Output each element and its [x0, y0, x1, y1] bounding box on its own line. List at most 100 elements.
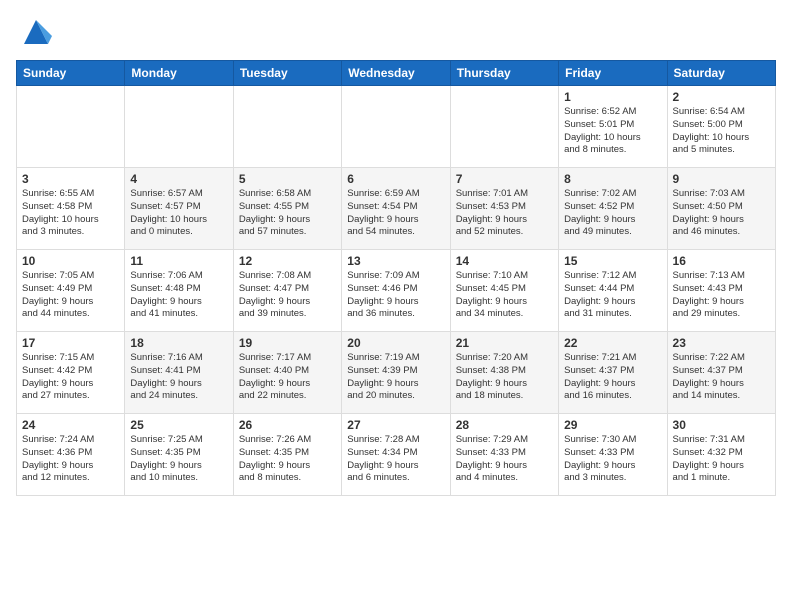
day-info: Sunrise: 7:31 AM Sunset: 4:32 PM Dayligh…: [673, 434, 770, 485]
day-number: 17: [22, 336, 119, 350]
calendar-cell: 15Sunrise: 7:12 AM Sunset: 4:44 PM Dayli…: [559, 250, 667, 332]
calendar-cell: [233, 86, 341, 168]
calendar-cell: 4 Sunrise: 6:57 AM Sunset: 4:57 PM Daylig…: [125, 168, 233, 250]
day-number: 14: [456, 254, 553, 268]
calendar-week-1: 1Sunrise: 6:52 AM Sunset: 5:01 PM Daylig…: [17, 86, 776, 168]
calendar-cell: [125, 86, 233, 168]
day-number: 2: [673, 90, 770, 104]
weekday-header-wednesday: Wednesday: [342, 61, 450, 86]
day-number: 24: [22, 418, 119, 432]
day-info: Sunrise: 7:06 AM Sunset: 4:48 PM Dayligh…: [130, 270, 227, 321]
calendar-cell: 23 Sunrise: 7:22 AM Sunset: 4:37 PM Dayli…: [667, 332, 775, 414]
day-info: Sunrise: 7:24 AM Sunset: 4:36 PM Dayligh…: [22, 434, 119, 485]
calendar-cell: 3Sunrise: 6:55 AM Sunset: 4:58 PM Daylig…: [17, 168, 125, 250]
day-number: 6: [347, 172, 444, 186]
day-number: 4: [130, 172, 227, 186]
weekday-header-tuesday: Tuesday: [233, 61, 341, 86]
calendar-week-5: 24 Sunrise: 7:24 AM Sunset: 4:36 PM Dayli…: [17, 414, 776, 496]
calendar-cell: 25 Sunrise: 7:25 AM Sunset: 4:35 PM Dayli…: [125, 414, 233, 496]
day-info: Sunrise: 7:26 AM Sunset: 4:35 PM Dayligh…: [239, 434, 336, 485]
calendar-cell: [450, 86, 558, 168]
weekday-header-sunday: Sunday: [17, 61, 125, 86]
calendar-cell: 9 Sunrise: 7:03 AM Sunset: 4:50 PM Daylig…: [667, 168, 775, 250]
day-info: Sunrise: 6:57 AM Sunset: 4:57 PM Dayligh…: [130, 188, 227, 239]
day-number: 13: [347, 254, 444, 268]
calendar-cell: 1Sunrise: 6:52 AM Sunset: 5:01 PM Daylig…: [559, 86, 667, 168]
day-info: Sunrise: 6:58 AM Sunset: 4:55 PM Dayligh…: [239, 188, 336, 239]
calendar-cell: [342, 86, 450, 168]
header: [16, 16, 776, 48]
calendar-week-4: 17 Sunrise: 7:15 AM Sunset: 4:42 PM Dayli…: [17, 332, 776, 414]
calendar-cell: 10Sunrise: 7:05 AM Sunset: 4:49 PM Dayli…: [17, 250, 125, 332]
day-number: 23: [673, 336, 770, 350]
day-info: Sunrise: 7:25 AM Sunset: 4:35 PM Dayligh…: [130, 434, 227, 485]
day-number: 18: [130, 336, 227, 350]
weekday-header-thursday: Thursday: [450, 61, 558, 86]
calendar-cell: 8Sunrise: 7:02 AM Sunset: 4:52 PM Daylig…: [559, 168, 667, 250]
day-number: 16: [673, 254, 770, 268]
calendar-cell: 20 Sunrise: 7:19 AM Sunset: 4:39 PM Dayli…: [342, 332, 450, 414]
calendar-cell: 16 Sunrise: 7:13 AM Sunset: 4:43 PM Dayli…: [667, 250, 775, 332]
calendar-cell: 13 Sunrise: 7:09 AM Sunset: 4:46 PM Dayli…: [342, 250, 450, 332]
day-info: Sunrise: 7:17 AM Sunset: 4:40 PM Dayligh…: [239, 352, 336, 403]
day-info: Sunrise: 7:13 AM Sunset: 4:43 PM Dayligh…: [673, 270, 770, 321]
day-number: 7: [456, 172, 553, 186]
day-number: 22: [564, 336, 661, 350]
weekday-header-monday: Monday: [125, 61, 233, 86]
day-number: 10: [22, 254, 119, 268]
day-info: Sunrise: 7:01 AM Sunset: 4:53 PM Dayligh…: [456, 188, 553, 239]
calendar-cell: [17, 86, 125, 168]
calendar-cell: 5 Sunrise: 6:58 AM Sunset: 4:55 PM Daylig…: [233, 168, 341, 250]
day-number: 11: [130, 254, 227, 268]
day-number: 30: [673, 418, 770, 432]
day-info: Sunrise: 7:09 AM Sunset: 4:46 PM Dayligh…: [347, 270, 444, 321]
day-info: Sunrise: 7:02 AM Sunset: 4:52 PM Dayligh…: [564, 188, 661, 239]
day-info: Sunrise: 7:16 AM Sunset: 4:41 PM Dayligh…: [130, 352, 227, 403]
day-info: Sunrise: 7:29 AM Sunset: 4:33 PM Dayligh…: [456, 434, 553, 485]
day-info: Sunrise: 7:28 AM Sunset: 4:34 PM Dayligh…: [347, 434, 444, 485]
day-number: 25: [130, 418, 227, 432]
calendar-cell: 19 Sunrise: 7:17 AM Sunset: 4:40 PM Dayli…: [233, 332, 341, 414]
day-info: Sunrise: 7:08 AM Sunset: 4:47 PM Dayligh…: [239, 270, 336, 321]
calendar-cell: 17 Sunrise: 7:15 AM Sunset: 4:42 PM Dayli…: [17, 332, 125, 414]
day-info: Sunrise: 6:55 AM Sunset: 4:58 PM Dayligh…: [22, 188, 119, 239]
day-number: 19: [239, 336, 336, 350]
weekday-header-row: SundayMondayTuesdayWednesdayThursdayFrid…: [17, 61, 776, 86]
day-number: 28: [456, 418, 553, 432]
day-info: Sunrise: 6:54 AM Sunset: 5:00 PM Dayligh…: [673, 106, 770, 157]
calendar-cell: 6 Sunrise: 6:59 AM Sunset: 4:54 PM Daylig…: [342, 168, 450, 250]
calendar-cell: 21 Sunrise: 7:20 AM Sunset: 4:38 PM Dayli…: [450, 332, 558, 414]
day-number: 15: [564, 254, 661, 268]
day-number: 5: [239, 172, 336, 186]
calendar-cell: 29Sunrise: 7:30 AM Sunset: 4:33 PM Dayli…: [559, 414, 667, 496]
calendar-cell: 22 Sunrise: 7:21 AM Sunset: 4:37 PM Dayli…: [559, 332, 667, 414]
day-info: Sunrise: 7:21 AM Sunset: 4:37 PM Dayligh…: [564, 352, 661, 403]
calendar-cell: 7 Sunrise: 7:01 AM Sunset: 4:53 PM Daylig…: [450, 168, 558, 250]
page: SundayMondayTuesdayWednesdayThursdayFrid…: [0, 0, 792, 506]
day-info: Sunrise: 7:15 AM Sunset: 4:42 PM Dayligh…: [22, 352, 119, 403]
calendar-cell: 14 Sunrise: 7:10 AM Sunset: 4:45 PM Dayli…: [450, 250, 558, 332]
day-number: 9: [673, 172, 770, 186]
day-info: Sunrise: 7:22 AM Sunset: 4:37 PM Dayligh…: [673, 352, 770, 403]
calendar-cell: 12Sunrise: 7:08 AM Sunset: 4:47 PM Dayli…: [233, 250, 341, 332]
day-number: 27: [347, 418, 444, 432]
day-number: 26: [239, 418, 336, 432]
calendar-cell: 24 Sunrise: 7:24 AM Sunset: 4:36 PM Dayli…: [17, 414, 125, 496]
calendar-cell: 18 Sunrise: 7:16 AM Sunset: 4:41 PM Dayli…: [125, 332, 233, 414]
weekday-header-friday: Friday: [559, 61, 667, 86]
day-number: 20: [347, 336, 444, 350]
calendar-cell: 27 Sunrise: 7:28 AM Sunset: 4:34 PM Dayli…: [342, 414, 450, 496]
day-info: Sunrise: 7:19 AM Sunset: 4:39 PM Dayligh…: [347, 352, 444, 403]
day-info: Sunrise: 7:20 AM Sunset: 4:38 PM Dayligh…: [456, 352, 553, 403]
day-number: 21: [456, 336, 553, 350]
logo-icon: [20, 16, 52, 48]
logo: [16, 16, 52, 48]
day-info: Sunrise: 6:59 AM Sunset: 4:54 PM Dayligh…: [347, 188, 444, 239]
day-info: Sunrise: 7:30 AM Sunset: 4:33 PM Dayligh…: [564, 434, 661, 485]
calendar-cell: 2 Sunrise: 6:54 AM Sunset: 5:00 PM Daylig…: [667, 86, 775, 168]
day-info: Sunrise: 7:10 AM Sunset: 4:45 PM Dayligh…: [456, 270, 553, 321]
calendar-table: SundayMondayTuesdayWednesdayThursdayFrid…: [16, 60, 776, 496]
day-info: Sunrise: 7:03 AM Sunset: 4:50 PM Dayligh…: [673, 188, 770, 239]
weekday-header-saturday: Saturday: [667, 61, 775, 86]
calendar-cell: 11 Sunrise: 7:06 AM Sunset: 4:48 PM Dayli…: [125, 250, 233, 332]
